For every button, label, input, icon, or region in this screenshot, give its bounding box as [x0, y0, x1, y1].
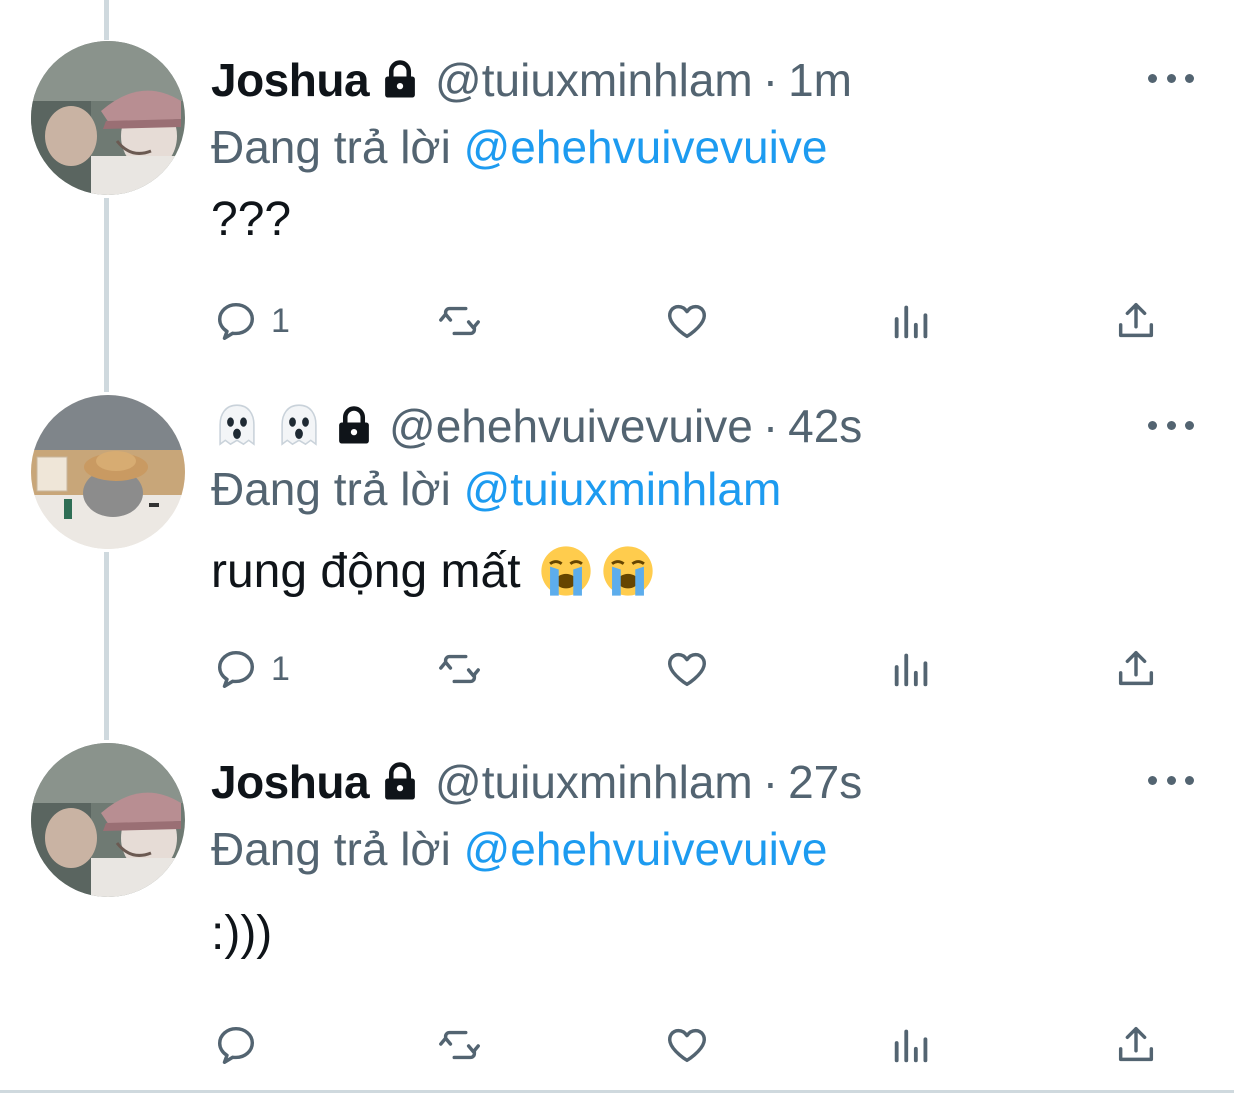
analytics-icon — [894, 1029, 928, 1063]
views-button[interactable] — [889, 1020, 935, 1070]
mention-link[interactable]: @tuiuxminhlam — [464, 463, 782, 515]
tweet[interactable]: @ehehvuivevuive · 42s Đang trả lời @tuiu… — [0, 380, 1234, 740]
reply-button[interactable]: 1 — [213, 644, 290, 694]
timestamp[interactable]: 1m — [788, 53, 852, 107]
avatar-hat-person-image — [31, 41, 185, 195]
tweet-text-content: rung động mất — [211, 544, 521, 598]
more-options-icon[interactable] — [1148, 765, 1194, 795]
mention-link[interactable]: @ehehvuivevuive — [464, 121, 828, 173]
share-icon — [1118, 1026, 1154, 1062]
reply-count: 1 — [271, 649, 290, 688]
retweet-button[interactable] — [437, 644, 483, 694]
separator-dot: · — [762, 54, 779, 106]
lock-icon — [385, 762, 415, 800]
views-button[interactable] — [889, 644, 935, 694]
tweet-text: ??? — [211, 193, 292, 246]
ghost-icon — [219, 404, 255, 446]
reply-count: 1 — [271, 301, 290, 340]
share-icon — [1118, 302, 1154, 338]
like-button[interactable] — [664, 644, 710, 694]
display-name[interactable]: Joshua — [211, 755, 370, 809]
reply-icon — [217, 1026, 255, 1064]
action-bar: 1 — [0, 644, 1234, 694]
lock-icon — [385, 60, 415, 98]
display-name[interactable]: Joshua — [211, 53, 370, 107]
retweet-icon — [439, 654, 480, 684]
retweet-button[interactable] — [437, 296, 483, 346]
tweet-header: Joshua @tuiuxminhlam · 1m — [211, 50, 852, 110]
action-bar — [0, 1020, 1234, 1070]
avatar[interactable] — [31, 41, 185, 195]
share-button[interactable] — [1113, 644, 1159, 694]
replying-to: Đang trả lời @tuiuxminhlam — [211, 462, 781, 516]
analytics-icon — [894, 305, 928, 339]
user-handle[interactable]: @tuiuxminhlam — [435, 755, 753, 809]
avatar[interactable] — [31, 743, 185, 897]
replying-prefix: Đang trả lời — [211, 463, 451, 515]
share-button[interactable] — [1113, 1020, 1159, 1070]
reply-icon — [217, 650, 255, 688]
tweet-text: rung động mất — [211, 542, 657, 600]
tweet-header: Joshua @tuiuxminhlam · 27s — [211, 752, 862, 812]
retweet-icon — [439, 1030, 480, 1060]
display-name[interactable] — [211, 400, 325, 452]
heart-icon — [668, 1028, 706, 1063]
timestamp[interactable]: 42s — [788, 399, 862, 453]
avatar[interactable] — [31, 395, 185, 549]
views-button[interactable] — [889, 296, 935, 346]
action-bar: 1 — [0, 296, 1234, 346]
reply-icon — [217, 302, 255, 340]
tweet-text: :))) — [211, 907, 273, 960]
avatar-rock-hat-image — [31, 395, 185, 549]
reply-button[interactable] — [213, 1020, 271, 1070]
like-button[interactable] — [664, 1020, 710, 1070]
retweet-icon — [439, 306, 480, 336]
share-icon — [1118, 650, 1154, 686]
retweet-button[interactable] — [437, 1020, 483, 1070]
analytics-icon — [894, 653, 928, 687]
user-handle[interactable]: @tuiuxminhlam — [435, 53, 753, 107]
more-options-icon[interactable] — [1148, 63, 1194, 93]
tweet[interactable]: Joshua @tuiuxminhlam · 27s Đang trả lời … — [0, 740, 1234, 1090]
mention-link[interactable]: @ehehvuivevuive — [464, 823, 828, 875]
tweet-header: @ehehvuivevuive · 42s — [211, 396, 862, 456]
heart-icon — [668, 652, 706, 687]
tweet[interactable]: Joshua @tuiuxminhlam · 1m Đang trả lời @… — [0, 0, 1234, 380]
lock-icon — [339, 406, 369, 444]
replying-to: Đang trả lời @ehehvuivevuive — [211, 120, 827, 174]
like-button[interactable] — [664, 296, 710, 346]
loudly-crying-face-icon — [602, 546, 653, 596]
replying-prefix: Đang trả lời — [211, 823, 451, 875]
ghost-icon — [281, 404, 317, 446]
loudly-crying-face-icon — [540, 546, 591, 596]
separator-dot: · — [762, 400, 779, 452]
avatar-hat-person-image — [31, 743, 185, 897]
heart-icon — [668, 304, 706, 339]
reply-button[interactable]: 1 — [213, 296, 290, 346]
share-button[interactable] — [1113, 296, 1159, 346]
separator-dot: · — [762, 756, 779, 808]
replying-to: Đang trả lời @ehehvuivevuive — [211, 822, 827, 876]
more-options-icon[interactable] — [1148, 410, 1194, 440]
user-handle[interactable]: @ehehvuivevuive — [389, 399, 753, 453]
timestamp[interactable]: 27s — [788, 755, 862, 809]
replying-prefix: Đang trả lời — [211, 121, 451, 173]
